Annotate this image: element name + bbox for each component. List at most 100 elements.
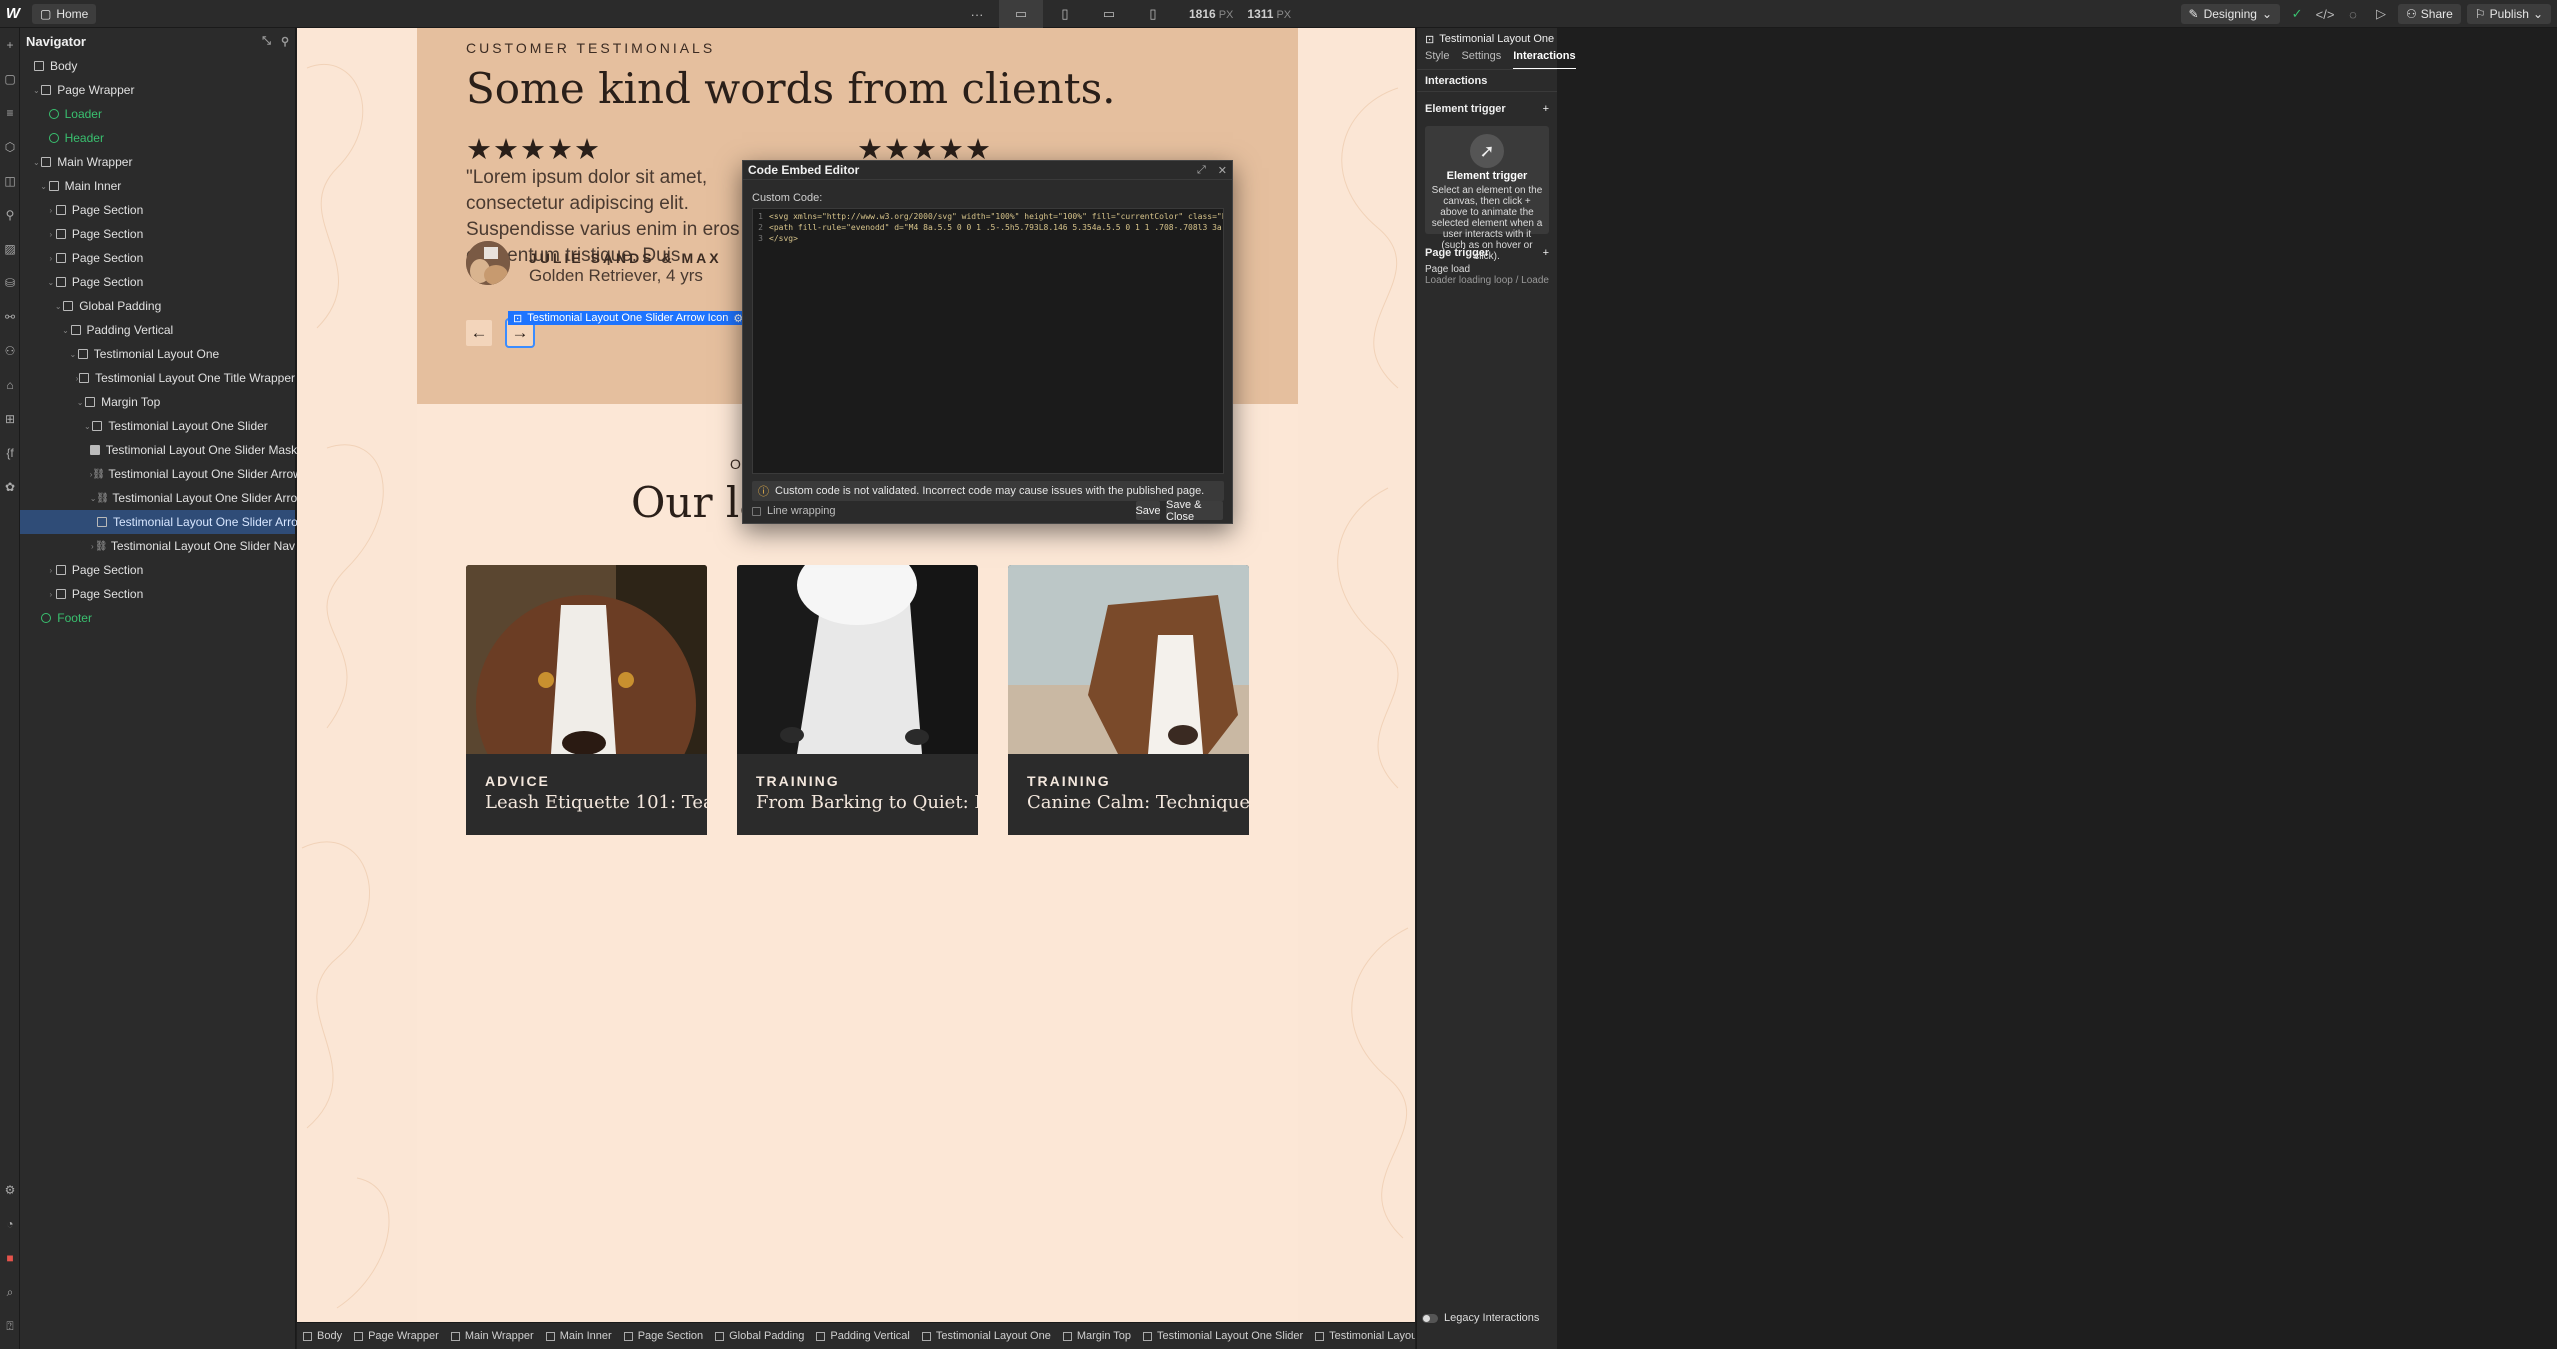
navigator-row[interactable]: Testimonial Layout One Slider Mask bbox=[20, 438, 297, 462]
navigator-row[interactable]: ⌄ Main Wrapper bbox=[20, 150, 295, 174]
share-button[interactable]: ⚇ Share bbox=[2398, 4, 2461, 24]
collapse-icon[interactable]: ⤡ bbox=[262, 35, 271, 48]
hidden-eye-icon[interactable]: ◌ bbox=[281, 541, 287, 552]
navigator-row[interactable]: Footer bbox=[20, 606, 295, 630]
breadcrumb-item[interactable]: Page Wrapper bbox=[348, 1330, 445, 1342]
home-button[interactable]: ▢ Home bbox=[32, 3, 97, 24]
save-close-button[interactable]: Save & Close bbox=[1166, 499, 1223, 523]
chevron-down-icon[interactable]: ⌄ bbox=[68, 350, 78, 359]
navigator-icon[interactable]: ≡ bbox=[0, 96, 20, 130]
add-icon[interactable]: + bbox=[1543, 103, 1549, 115]
page-load-item[interactable]: Page load Loader loading loop / Loader f… bbox=[1417, 264, 1557, 286]
chevron-down-icon[interactable]: ⌄ bbox=[39, 182, 49, 191]
chevron-right-icon[interactable]: › bbox=[46, 566, 56, 575]
add-icon[interactable]: + bbox=[1543, 247, 1549, 259]
styles-icon[interactable]: ◫ bbox=[0, 164, 20, 198]
navigator-row[interactable]: ⌄ Padding Vertical bbox=[20, 318, 295, 342]
chevron-down-icon[interactable]: ⌄ bbox=[46, 278, 56, 287]
check-circle-icon[interactable]: ✓ bbox=[2286, 3, 2308, 25]
navigator-row[interactable]: › Page Section bbox=[20, 582, 295, 606]
users-icon[interactable]: ⚇ bbox=[0, 334, 20, 368]
toggle-switch[interactable] bbox=[1422, 1313, 1438, 1323]
navigator-row[interactable]: ⌄ Global Padding bbox=[20, 294, 295, 318]
breadcrumb-item[interactable]: Padding Vertical bbox=[810, 1330, 916, 1342]
navigator-row[interactable]: › ⛓ Testimonial Layout One Slider Arrow bbox=[20, 462, 302, 486]
chevron-down-icon[interactable]: ⌄ bbox=[90, 494, 97, 503]
line-wrapping-toggle[interactable]: Line wrapping bbox=[752, 505, 836, 517]
save-button[interactable]: Save bbox=[1135, 501, 1161, 520]
expand-icon[interactable]: ⤢ bbox=[1197, 164, 1206, 177]
canvas-width[interactable]: 1816 PX bbox=[1189, 7, 1233, 21]
settings-gear-icon[interactable]: ⚙ bbox=[0, 1173, 20, 1207]
breadcrumb-item[interactable]: Main Inner bbox=[540, 1330, 618, 1342]
blog-section[interactable] bbox=[417, 404, 1298, 1322]
blog-card[interactable]: ADVICE Leash Etiquette 101: Teaching bbox=[466, 565, 707, 835]
breadcrumb-item[interactable]: Page Section bbox=[618, 1330, 709, 1342]
pages-icon[interactable]: ▢ bbox=[0, 62, 20, 96]
webflow-logo[interactable]: W bbox=[0, 0, 26, 28]
blog-card[interactable]: TRAINING From Barking to Quiet: Effectiv… bbox=[737, 565, 978, 835]
legacy-interactions-toggle[interactable]: Legacy Interactions bbox=[1422, 1312, 1539, 1324]
tab-interactions[interactable]: Interactions bbox=[1513, 50, 1576, 69]
assets-icon[interactable]: ▨ bbox=[0, 232, 20, 266]
blog-card[interactable]: TRAINING Canine Calm: Techniques for bbox=[1008, 565, 1249, 835]
cms-icon[interactable]: ⛁ bbox=[0, 266, 20, 300]
logic-icon[interactable]: ⚯ bbox=[0, 300, 20, 334]
navigator-row[interactable]: › Page Section bbox=[20, 558, 295, 582]
desktop-breakpoint-icon[interactable]: ▭ bbox=[999, 0, 1043, 28]
components-icon[interactable]: ⬡ bbox=[0, 130, 20, 164]
search-icon[interactable]: ⌕ bbox=[0, 1275, 20, 1309]
variables-icon[interactable]: ⚲ bbox=[0, 198, 20, 232]
navigator-row[interactable]: ⌄ Testimonial Layout One bbox=[20, 342, 295, 366]
brand-icon[interactable]: ✿ bbox=[0, 470, 20, 504]
navigator-row[interactable]: › Page Section bbox=[20, 198, 295, 222]
chevron-down-icon[interactable]: ⌄ bbox=[53, 302, 63, 311]
chevron-right-icon[interactable]: › bbox=[46, 590, 56, 599]
more-icon[interactable]: ··· bbox=[955, 0, 999, 28]
chevron-right-icon[interactable]: › bbox=[46, 206, 56, 215]
fonts-icon[interactable]: {f bbox=[0, 436, 20, 470]
ecommerce-icon[interactable]: ⌂ bbox=[0, 368, 20, 402]
chevron-down-icon[interactable]: ⌄ bbox=[82, 422, 92, 431]
breadcrumb-item[interactable]: Body bbox=[297, 1330, 348, 1342]
navigator-row[interactable]: ⌄ ⛓ Testimonial Layout One Slider Arrow bbox=[20, 486, 306, 510]
mobile-portrait-icon[interactable]: ▯ bbox=[1131, 0, 1175, 28]
navigator-row[interactable]: › Testimonial Layout One Title Wrapper bbox=[20, 366, 295, 390]
tab-style[interactable]: Style bbox=[1425, 50, 1449, 69]
chevron-right-icon[interactable]: › bbox=[46, 254, 56, 263]
navigator-row[interactable]: ⌄ Testimonial Layout One Slider bbox=[20, 414, 295, 438]
preview-play-icon[interactable]: ▷ bbox=[2370, 3, 2392, 25]
tablet-breakpoint-icon[interactable]: ▯ bbox=[1043, 0, 1087, 28]
pin-icon[interactable]: ⚲ bbox=[281, 35, 289, 48]
record-icon[interactable]: ■ bbox=[0, 1241, 20, 1275]
mode-dropdown[interactable]: ✎ Designing ⌄ bbox=[2180, 4, 2281, 24]
breadcrumb-item[interactable]: Global Padding bbox=[709, 1330, 810, 1342]
tab-settings[interactable]: Settings bbox=[1461, 50, 1501, 69]
navigator-row[interactable]: Testimonial Layout One Slider Arrow Icon bbox=[20, 510, 332, 534]
chevron-down-icon[interactable]: ⌄ bbox=[31, 158, 41, 167]
navigator-row[interactable]: › ⛓ Testimonial Layout One Slider Nav ◌ bbox=[20, 534, 295, 558]
close-icon[interactable]: ✕ bbox=[1218, 164, 1227, 177]
selection-badge[interactable]: ⊡ Testimonial Layout One Slider Arrow Ic… bbox=[508, 311, 749, 325]
breadcrumb-item[interactable]: Main Wrapper bbox=[445, 1330, 540, 1342]
navigator-row[interactable]: Body bbox=[20, 54, 295, 78]
navigator-row[interactable]: ⌄ Page Section bbox=[20, 270, 295, 294]
chevron-down-icon[interactable]: ⌄ bbox=[61, 326, 71, 335]
navigator-row[interactable]: ⌄ Main Inner bbox=[20, 174, 295, 198]
line-wrapping-checkbox[interactable] bbox=[752, 506, 761, 516]
chevron-down-icon[interactable]: ⌄ bbox=[31, 86, 41, 95]
audit-icon[interactable]: ◔ bbox=[0, 1207, 20, 1241]
breadcrumb-item[interactable]: Testimonial Layout One bbox=[916, 1330, 1057, 1342]
code-icon[interactable]: </> bbox=[2314, 3, 2336, 25]
help-icon[interactable]: ⍰ bbox=[0, 1309, 20, 1343]
publish-button[interactable]: ⚐ Publish ⌄ bbox=[2466, 4, 2551, 24]
mobile-landscape-icon[interactable]: ▭ bbox=[1087, 0, 1131, 28]
code-editor[interactable]: 1 <svg xmlns="http://www.w3.org/2000/svg"… bbox=[752, 208, 1224, 474]
comment-icon[interactable]: ◌ bbox=[2342, 3, 2364, 25]
breadcrumb-item[interactable]: Testimonial Layout One Slider Arrow bbox=[1309, 1330, 1415, 1342]
navigator-row[interactable]: › Page Section bbox=[20, 222, 295, 246]
navigator-row[interactable]: ⌄ Margin Top bbox=[20, 390, 295, 414]
slider-prev-arrow[interactable]: ← bbox=[466, 320, 492, 346]
navigator-row[interactable]: Header bbox=[20, 126, 295, 150]
breadcrumb-item[interactable]: Margin Top bbox=[1057, 1330, 1137, 1342]
